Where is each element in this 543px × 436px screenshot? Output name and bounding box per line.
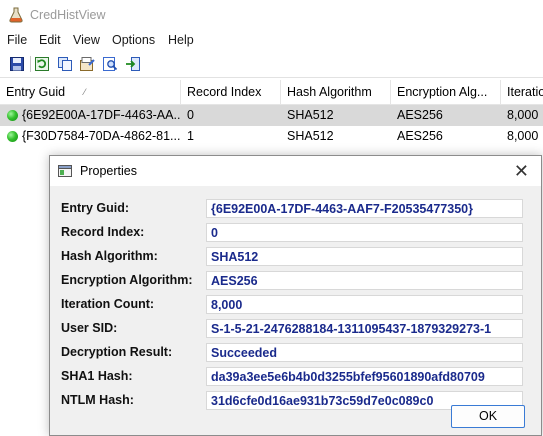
refresh-icon[interactable] (34, 56, 50, 72)
field-record-index[interactable]: 0 (206, 223, 523, 242)
field-hash-algorithm[interactable]: SHA512 (206, 247, 523, 266)
column-label: Iteratio (507, 85, 543, 99)
dialog-title: Properties (80, 164, 137, 178)
properties-icon[interactable] (79, 56, 95, 72)
cell-record-index: 0 (187, 108, 194, 122)
close-icon[interactable]: ✕ (514, 161, 529, 181)
menu-help[interactable]: Help (168, 33, 194, 47)
column-header-hash-algorithm[interactable]: Hash Algorithm (281, 80, 391, 104)
exit-icon[interactable] (125, 56, 141, 72)
label-user-sid: User SID: (61, 321, 118, 335)
column-header-record-index[interactable]: Record Index (181, 80, 281, 104)
cell-entry-guid: {6E92E00A-17DF-4463-AA... (22, 108, 180, 122)
label-entry-guid: Entry Guid: (61, 201, 130, 215)
flask-icon (9, 7, 23, 23)
label-record-index: Record Index: (61, 225, 145, 239)
status-ok-icon (7, 131, 18, 142)
column-label: Hash Algorithm (287, 85, 372, 99)
field-user-sid[interactable]: S-1-5-21-2476288184-1311095437-187932927… (206, 319, 523, 338)
copy-icon[interactable] (57, 56, 73, 72)
table-row[interactable]: {6E92E00A-17DF-4463-AA... 0 SHA512 AES25… (0, 105, 543, 126)
cell-iteration: 8,000 (507, 108, 539, 122)
menu-bar: File Edit View Options Help (0, 31, 543, 51)
label-sha1-hash: SHA1 Hash: (61, 369, 133, 383)
label-decryption-result: Decryption Result: (61, 345, 173, 359)
column-label: Entry Guid (6, 85, 66, 99)
column-label: Record Index (187, 85, 262, 99)
menu-view[interactable]: View (73, 33, 100, 47)
column-label: Encryption Alg... (397, 85, 488, 99)
menu-options[interactable]: Options (112, 33, 155, 47)
column-header-entry-guid[interactable]: Entry Guid ⁄ (0, 80, 181, 104)
properties-dialog: Properties ✕ Entry Guid: {6E92E00A-17DF-… (49, 155, 542, 436)
list-header: Entry Guid ⁄ Record Index Hash Algorithm… (0, 80, 543, 105)
cell-encryption-algorithm: AES256 (397, 108, 443, 122)
title-bar: CredHistView (0, 0, 543, 31)
cell-hash-algorithm: SHA512 (287, 108, 334, 122)
cell-entry-guid: {F30D7584-70DA-4862-81... (22, 129, 180, 143)
menu-edit[interactable]: Edit (39, 33, 61, 47)
field-iteration-count[interactable]: 8,000 (206, 295, 523, 314)
dialog-title-bar: Properties ✕ (50, 156, 541, 186)
app-title: CredHistView (30, 8, 106, 22)
field-decryption-result[interactable]: Succeeded (206, 343, 523, 362)
sort-ascending-icon: ⁄ (84, 87, 86, 97)
field-encryption-algorithm[interactable]: AES256 (206, 271, 523, 290)
toolbar-separator (30, 56, 31, 72)
find-icon[interactable] (102, 56, 118, 72)
save-icon[interactable] (9, 56, 25, 72)
cell-encryption-algorithm: AES256 (397, 129, 443, 143)
toolbar (0, 51, 543, 78)
label-ntlm-hash: NTLM Hash: (61, 393, 134, 407)
label-encryption-algorithm: Encryption Algorithm: (61, 273, 193, 287)
cell-hash-algorithm: SHA512 (287, 129, 334, 143)
ok-button[interactable]: OK (451, 405, 525, 428)
ok-button-label: OK (478, 409, 498, 423)
status-ok-icon (7, 110, 18, 121)
label-iteration-count: Iteration Count: (61, 297, 155, 311)
cell-iteration: 8,000 (507, 129, 539, 143)
field-entry-guid[interactable]: {6E92E00A-17DF-4463-AAF7-F20535477350} (206, 199, 523, 218)
label-hash-algorithm: Hash Algorithm: (61, 249, 158, 263)
table-row[interactable]: {F30D7584-70DA-4862-81... 1 SHA512 AES25… (0, 126, 543, 147)
cell-record-index: 1 (187, 129, 194, 143)
field-sha1-hash[interactable]: da39a3ee5e6b4b0d3255bfef95601890afd80709 (206, 367, 523, 386)
column-header-iteration[interactable]: Iteratio (501, 80, 543, 104)
window-icon (58, 165, 72, 177)
menu-file[interactable]: File (7, 33, 27, 47)
column-header-encryption-algorithm[interactable]: Encryption Alg... (391, 80, 501, 104)
